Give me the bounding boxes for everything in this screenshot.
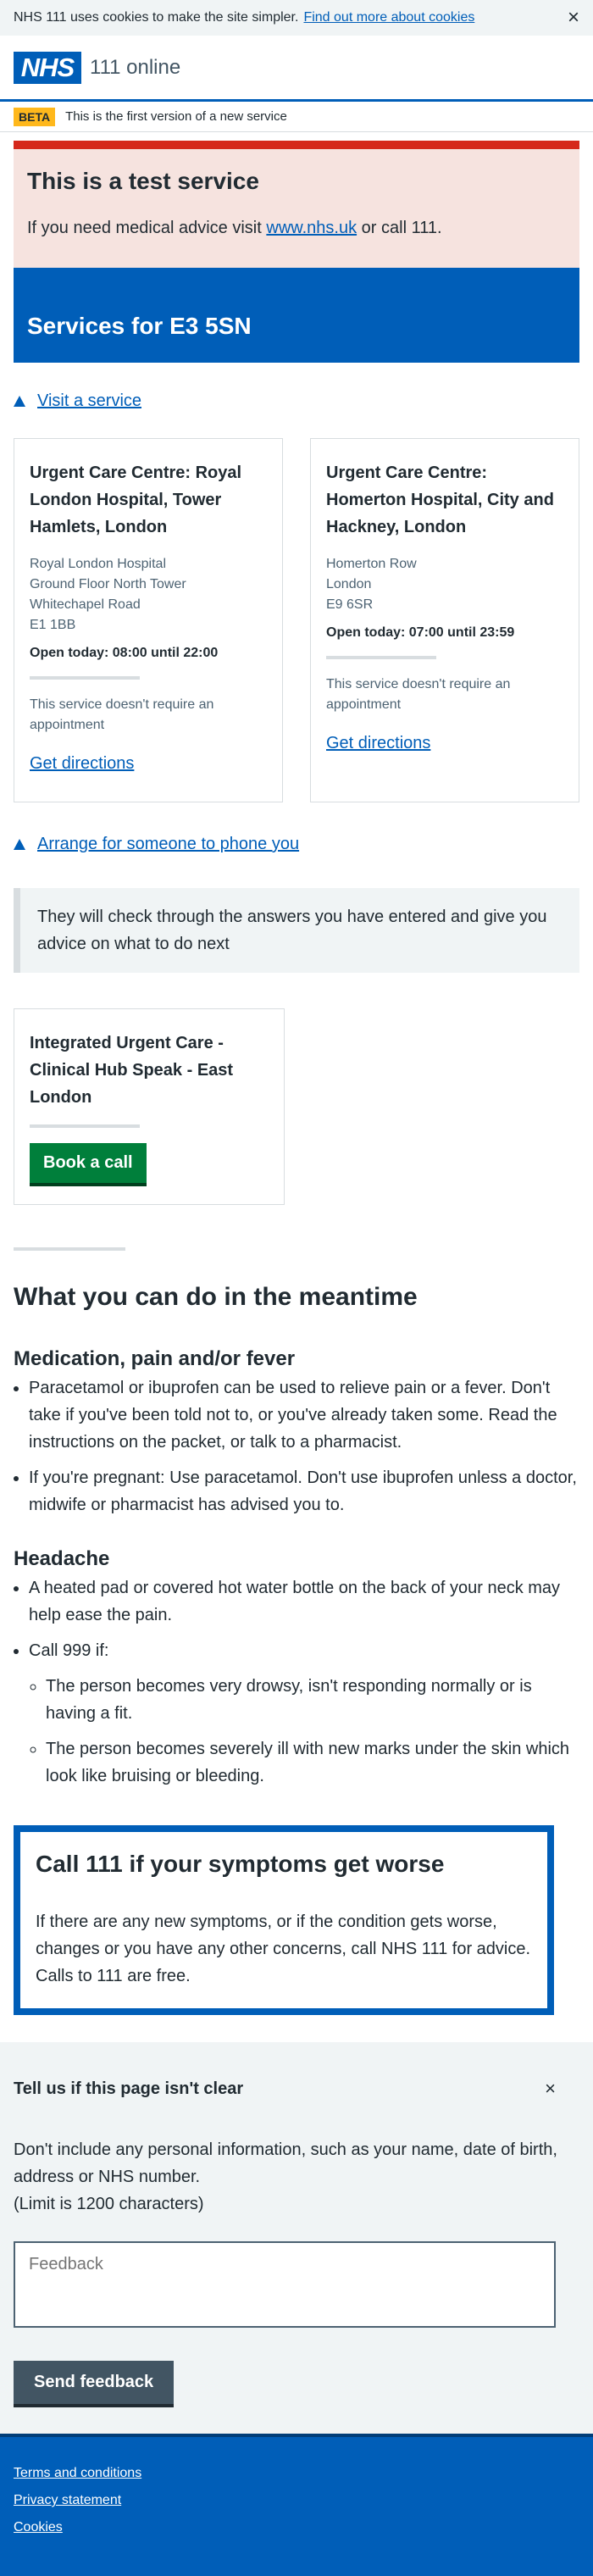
worse-symptoms-callout: Call 111 if your symptoms get worse If t…: [14, 1825, 554, 2015]
address-line: Homerton Row: [326, 557, 417, 571]
sublist-item: The person becomes severely ill with new…: [46, 1735, 579, 1790]
section-divider: [14, 1247, 125, 1251]
service-cards: Urgent Care Centre: Royal London Hospita…: [14, 438, 579, 802]
worse-symptoms-title: Call 111 if your symptoms get worse: [36, 1851, 445, 1877]
book-call-button[interactable]: Book a call: [30, 1143, 147, 1183]
service-card: Urgent Care Centre: Homerton Hospital, C…: [310, 438, 579, 802]
address-line: E1 1BB: [30, 618, 76, 632]
cookie-text: NHS 111 uses cookies to make the site si…: [14, 10, 299, 25]
feedback-panel: Tell us if this page isn't clear × Don't…: [0, 2042, 593, 2434]
footer-terms-link[interactable]: Terms and conditions: [14, 2466, 579, 2481]
address-line: Ground Floor North Tower: [30, 577, 186, 591]
nhs-logo[interactable]: NHS: [14, 51, 81, 84]
arrange-call-link[interactable]: Arrange for someone to phone you: [37, 835, 299, 854]
test-service-title: This is a test service: [27, 168, 259, 194]
triangle-up-icon: [14, 396, 25, 407]
address-line: Whitechapel Road: [30, 597, 141, 612]
divider: [30, 1124, 140, 1128]
service-title: Urgent Care Centre: Royal London Hospita…: [30, 464, 242, 536]
nhs-website-link[interactable]: www.nhs.uk: [266, 219, 357, 237]
feedback-hint-text: Don't include any personal information, …: [14, 2140, 557, 2186]
list-item: If you're pregnant: Use paracetamol. Don…: [29, 1464, 579, 1518]
emergency-sublist: The person becomes very drowsy, isn't re…: [46, 1673, 579, 1790]
opening-hours: Open today: 07:00 until 23:59: [326, 625, 515, 640]
beta-text: This is the first version of a new servi…: [65, 109, 287, 124]
send-feedback-button[interactable]: Send feedback: [14, 2361, 175, 2404]
beta-tag: BETA: [14, 107, 56, 126]
get-directions-link[interactable]: Get directions: [30, 754, 134, 773]
close-icon[interactable]: ×: [568, 6, 579, 30]
test-text-before: If you need medical advice visit: [27, 219, 262, 237]
feedback-input[interactable]: [14, 2241, 556, 2328]
visit-service-toggle[interactable]: Visit a service: [14, 391, 579, 411]
meantime-heading: What you can do in the meantime: [14, 1283, 418, 1311]
headache-heading: Headache: [14, 1547, 110, 1570]
divider: [30, 676, 140, 680]
service-title: Urgent Care Centre: Homerton Hospital, C…: [326, 464, 554, 536]
appointment-note: This service doesn't require an appointm…: [30, 697, 214, 732]
service-name: 111 online: [90, 55, 181, 79]
medication-list: Paracetamol or ibuprofen can be used to …: [29, 1374, 579, 1518]
divider: [326, 656, 436, 659]
callback-service-title: Integrated Urgent Care - Clinical Hub Sp…: [30, 1034, 234, 1107]
test-text-after: or call 111.: [361, 219, 442, 237]
test-service-text: If you need medical advice visit www.nhs…: [27, 219, 566, 238]
arrange-call-toggle[interactable]: Arrange for someone to phone you: [14, 835, 579, 854]
footer-privacy-link[interactable]: Privacy statement: [14, 2493, 579, 2508]
visit-service-link[interactable]: Visit a service: [37, 391, 141, 411]
service-address: Homerton Row London E9 6SR: [326, 554, 563, 615]
appointment-note: This service doesn't require an appointm…: [326, 677, 511, 712]
beta-banner: BETA This is the first version of a new …: [0, 102, 593, 132]
test-service-warning: This is a test service If you need medic…: [14, 141, 579, 268]
medication-heading: Medication, pain and/or fever: [14, 1347, 296, 1370]
service-card: Urgent Care Centre: Royal London Hospita…: [14, 438, 283, 802]
feedback-title: Tell us if this page isn't clear: [14, 2079, 244, 2098]
get-directions-link[interactable]: Get directions: [326, 734, 430, 752]
triangle-up-icon: [14, 839, 25, 850]
page-header: Services for E3 5SN: [14, 268, 579, 363]
feedback-hint: Don't include any personal information, …: [14, 2136, 579, 2218]
address-line: London: [326, 577, 372, 591]
list-item: A heated pad or covered hot water bottle…: [29, 1574, 579, 1629]
list-item: Paracetamol or ibuprofen can be used to …: [29, 1374, 579, 1456]
callback-service-card: Integrated Urgent Care - Clinical Hub Sp…: [14, 1008, 285, 1205]
site-footer: Terms and conditions Privacy statement C…: [0, 2434, 593, 2576]
service-address: Royal London Hospital Ground Floor North…: [30, 554, 267, 636]
feedback-limit: (Limit is 1200 characters): [14, 2195, 204, 2213]
opening-hours: Open today: 08:00 until 22:00: [30, 646, 219, 660]
cookie-banner: NHS 111 uses cookies to make the site si…: [0, 0, 593, 36]
close-icon[interactable]: ×: [545, 2078, 556, 2100]
address-line: E9 6SR: [326, 597, 374, 612]
sublist-item: The person becomes very drowsy, isn't re…: [46, 1673, 579, 1727]
cookie-info-link[interactable]: Find out more about cookies: [303, 10, 474, 25]
footer-cookies-link[interactable]: Cookies: [14, 2520, 579, 2535]
call-999-label: Call 999 if:: [29, 1641, 109, 1660]
worse-symptoms-text: If there are any new symptoms, or if the…: [36, 1913, 531, 1985]
headache-list: A heated pad or covered hot water bottle…: [29, 1574, 579, 1790]
list-item: Call 999 if: The person becomes very dro…: [29, 1637, 579, 1790]
address-line: Royal London Hospital: [30, 557, 166, 571]
site-header: NHS 111 online: [0, 36, 593, 102]
inset-text: They will check through the answers you …: [14, 888, 579, 973]
page-title: Services for E3 5SN: [27, 313, 252, 339]
